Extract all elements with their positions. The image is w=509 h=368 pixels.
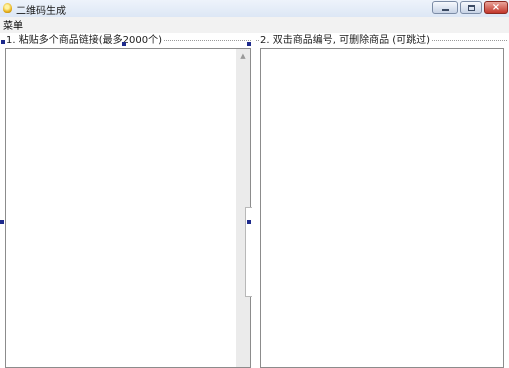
selection-handle[interactable] xyxy=(247,42,251,46)
scroll-up-icon[interactable]: ▲ xyxy=(236,49,250,63)
menu-bar: 菜单 xyxy=(0,17,509,33)
selection-handle[interactable] xyxy=(1,40,5,44)
product-list-label: 2. 双击商品编号, 可删除商品 (可跳过) xyxy=(259,35,432,46)
window-title: 二维码生成 xyxy=(16,6,66,17)
minimize-icon xyxy=(441,9,449,11)
close-button[interactable]: × xyxy=(484,1,508,14)
product-listbox[interactable] xyxy=(260,48,504,368)
product-list-group: 2. 双击商品编号, 可删除商品 (可跳过) xyxy=(256,35,507,368)
selection-handle[interactable] xyxy=(122,42,126,46)
paste-links-group: 1. 粘贴多个商品链接(最多2000个) ▲ xyxy=(2,35,251,368)
selection-handle[interactable] xyxy=(247,220,251,224)
close-icon: × xyxy=(491,2,501,13)
title-bar[interactable]: 二维码生成 × xyxy=(0,0,509,17)
maximize-button[interactable] xyxy=(460,1,482,14)
menu-item-menu[interactable]: 菜单 xyxy=(3,21,23,32)
paste-links-label: 1. 粘贴多个商品链接(最多2000个) xyxy=(5,35,163,46)
selection-handle[interactable] xyxy=(0,220,4,224)
maximize-icon xyxy=(467,4,475,11)
app-icon xyxy=(3,3,12,13)
minimize-button[interactable] xyxy=(432,1,458,14)
paste-links-textarea[interactable]: ▲ xyxy=(5,48,251,368)
